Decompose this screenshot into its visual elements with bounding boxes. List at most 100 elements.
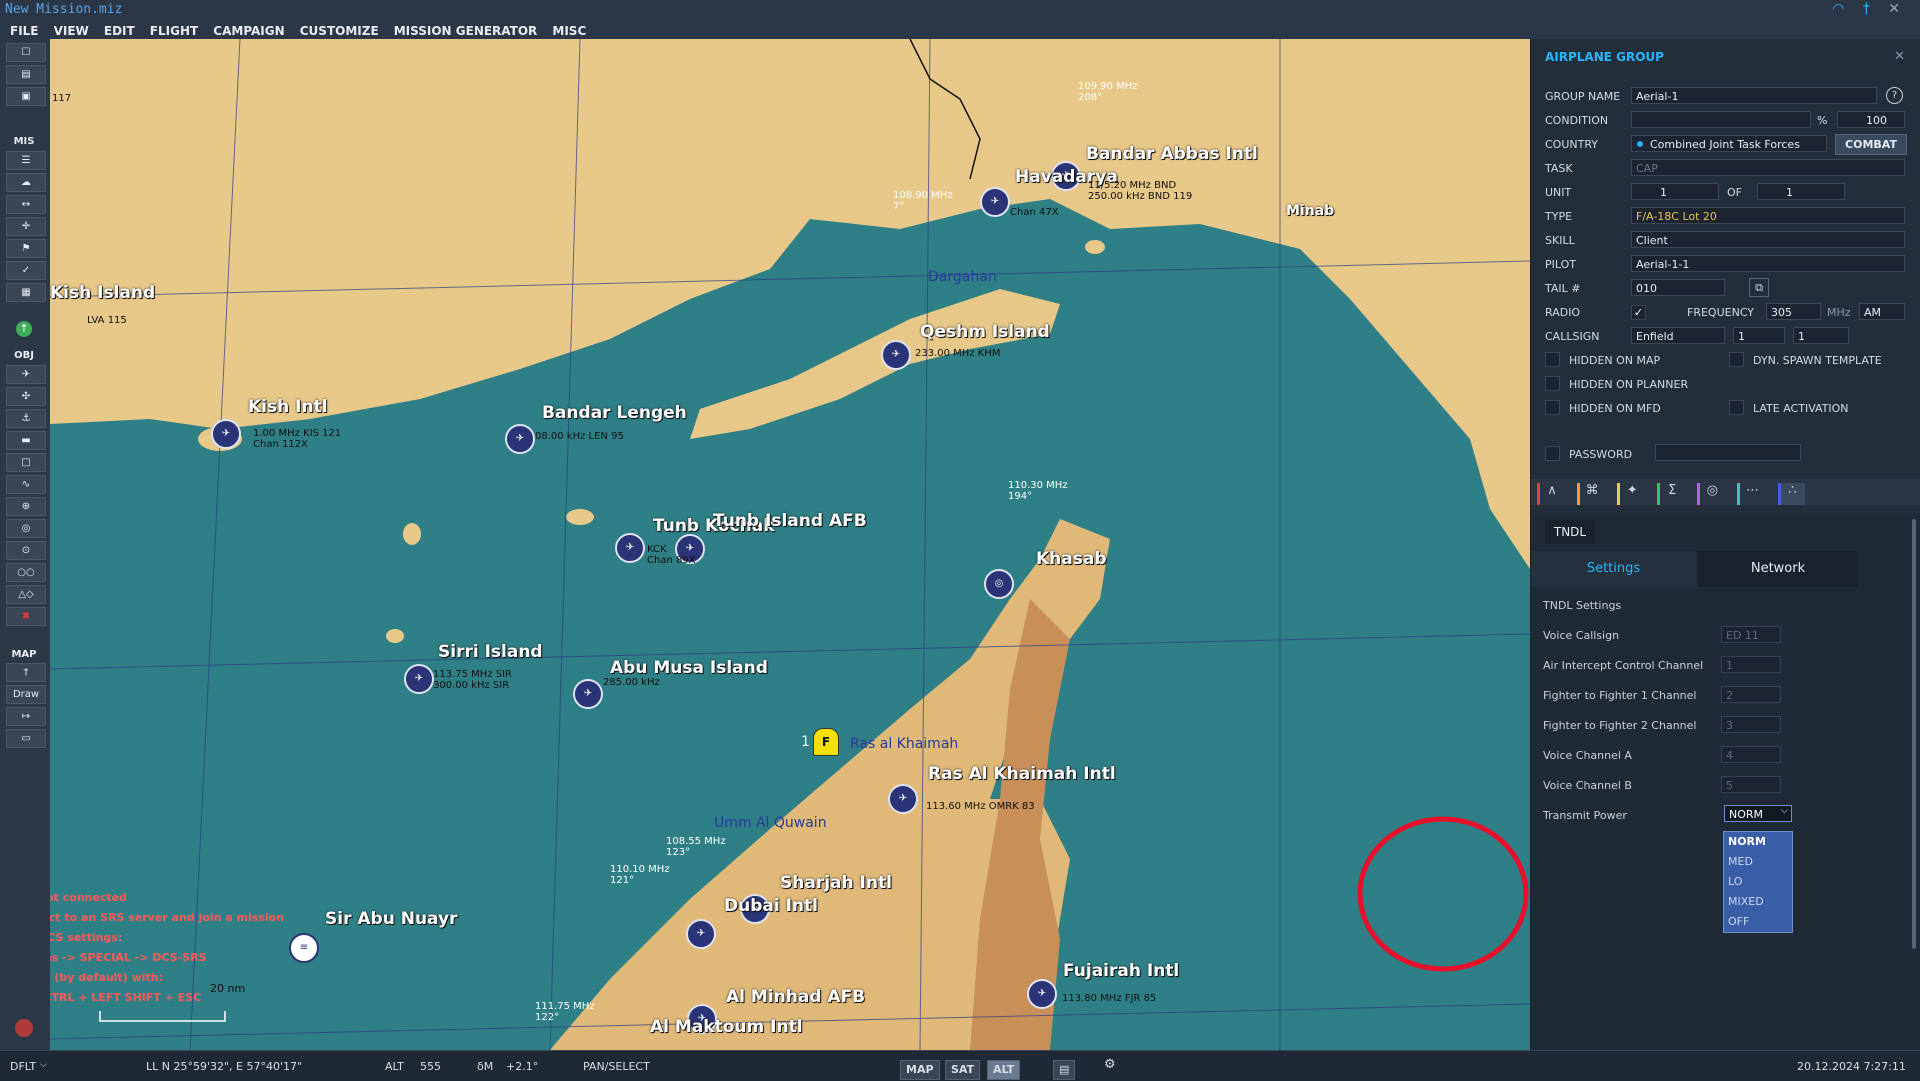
antenna-icon[interactable]: † (1863, 1, 1870, 17)
password-checkbox[interactable] (1545, 446, 1560, 461)
combat-button[interactable]: COMBAT (1835, 134, 1907, 155)
hidden-planner-checkbox[interactable] (1545, 376, 1560, 391)
airbase-lengeh[interactable]: ✈ (505, 424, 535, 454)
condition-input[interactable]: 100 (1837, 111, 1905, 128)
target-icon[interactable]: ◎ (6, 519, 46, 538)
of-input[interactable]: 1 (1757, 183, 1845, 200)
airbase-sharjah[interactable]: ✈ (686, 919, 716, 949)
option-med[interactable]: MED (1724, 852, 1792, 872)
check-icon[interactable]: ✓ (6, 261, 46, 280)
airbase-tunb-kochak[interactable]: ✈ (615, 533, 645, 563)
helicopter-icon[interactable]: ✣ (6, 387, 46, 406)
triggers-icon[interactable]: ↔ (6, 195, 46, 214)
condition-slider[interactable] (1631, 111, 1811, 128)
datalink-icon[interactable]: ∴ (1777, 483, 1805, 505)
route-icon[interactable]: ∧ (1537, 483, 1564, 505)
flight-marker[interactable]: F (813, 728, 839, 756)
static-object-icon[interactable]: □ (6, 453, 46, 472)
country-select[interactable]: Combined Joint Task Forces (1631, 135, 1827, 152)
settings-gear-icon[interactable]: ⚙ (1104, 1057, 1116, 1072)
tab-settings[interactable]: Settings (1531, 551, 1696, 587)
radio-checkbox[interactable]: ✓ (1631, 305, 1646, 320)
tail-input[interactable]: 010 (1631, 279, 1725, 296)
aic-channel-input[interactable]: 1 (1721, 656, 1781, 673)
copy-icon[interactable]: ⧉ (1749, 278, 1769, 297)
voice-callsign-input[interactable]: ED 11 (1721, 626, 1781, 643)
goals-icon[interactable]: ✛ (6, 217, 46, 236)
weather-icon[interactable]: ☁ (6, 173, 46, 192)
option-off[interactable]: OFF (1724, 912, 1792, 932)
ship-icon[interactable]: ⚓ (6, 409, 46, 428)
resources-icon[interactable]: ▦ (6, 283, 46, 302)
sat-view-button[interactable]: SAT (945, 1060, 981, 1080)
more-icon[interactable]: ⋯ (1737, 483, 1764, 505)
group-name-input[interactable]: Aerial-1 (1631, 87, 1877, 104)
menu-campaign[interactable]: CAMPAIGN (213, 24, 284, 38)
voice-channel-a-input[interactable]: 4 (1721, 746, 1781, 763)
vehicle-icon[interactable]: ▬ (6, 431, 46, 450)
dyn-spawn-checkbox[interactable] (1729, 352, 1744, 367)
airbase-fujairah[interactable]: ✈ (1027, 979, 1057, 1009)
delete-icon[interactable]: ✖ (6, 607, 46, 626)
airbase-kish[interactable]: ✈ (211, 419, 241, 449)
save-file-icon[interactable]: ▣ (6, 87, 46, 106)
option-norm[interactable]: NORM (1724, 832, 1792, 852)
airbase-qeshm[interactable]: ✈ (881, 340, 911, 370)
callsign-select[interactable]: Enfield (1631, 327, 1725, 344)
menu-mission-generator[interactable]: MISSION GENERATOR (394, 24, 538, 38)
radius-icon[interactable]: ⊙ (6, 541, 46, 560)
shapes-icon[interactable]: △◇ (6, 585, 46, 604)
menu-misc[interactable]: MISC (552, 24, 586, 38)
hidden-map-checkbox[interactable] (1545, 352, 1560, 367)
map-options-icon[interactable]: † (6, 663, 46, 682)
alt-view-button[interactable]: ALT (987, 1060, 1021, 1080)
flag-icon[interactable]: ⚑ (6, 239, 46, 258)
livery-icon[interactable]: ✦ (1617, 483, 1644, 505)
draw-button[interactable]: Draw (6, 685, 46, 704)
menu-view[interactable]: VIEW (54, 24, 89, 38)
menu-flight[interactable]: FLIGHT (150, 24, 198, 38)
up-arrow-icon[interactable]: ↑ (16, 321, 32, 337)
callsign-number-1[interactable]: 1 (1733, 327, 1785, 344)
airbase-abu-musa[interactable]: ✈ (573, 679, 603, 709)
task-select[interactable]: CAP (1631, 159, 1905, 176)
password-input[interactable] (1655, 444, 1801, 461)
ruler-icon[interactable]: ↦ (6, 707, 46, 726)
menu-customize[interactable]: CUSTOMIZE (300, 24, 379, 38)
tab-tndl[interactable]: TNDL (1545, 520, 1595, 544)
radio-presets-icon[interactable]: ◎ (1697, 483, 1724, 505)
menu-file[interactable]: FILE (10, 24, 39, 38)
navpoint-icon[interactable]: ⊕ (6, 497, 46, 516)
map-view-button[interactable]: MAP (900, 1060, 940, 1080)
frequency-input[interactable]: 305 (1766, 303, 1821, 320)
voice-channel-b-input[interactable]: 5 (1721, 776, 1781, 793)
wifi-icon[interactable]: ◠ (1832, 1, 1844, 17)
airplane-icon[interactable]: ✈ (6, 365, 46, 384)
airbase-sir-abu-nuayr[interactable]: ≡ (289, 933, 319, 963)
unit-input[interactable]: 1 (1631, 183, 1719, 200)
pilot-input[interactable]: Aerial-1-1 (1631, 255, 1905, 272)
late-activation-checkbox[interactable] (1729, 400, 1744, 415)
close-window-icon[interactable]: ✕ (1888, 1, 1900, 17)
callsign-number-2[interactable]: 1 (1793, 327, 1849, 344)
layer-icon[interactable]: ▭ (6, 729, 46, 748)
hidden-mfd-checkbox[interactable] (1545, 400, 1560, 415)
layers-icon[interactable]: ▤ (1053, 1060, 1076, 1080)
skill-select[interactable]: Client (1631, 231, 1905, 248)
summary-icon[interactable]: Σ (1657, 483, 1684, 505)
mission-map[interactable]: ✈ ✈ ✈ ✈ ✈ ✈ ✈ ◎ ✈ ✈ ✈ ✈ ✈ ✈ ✈ ≡ 1 F Band… (50, 39, 1530, 1050)
f2f1-channel-input[interactable]: 2 (1721, 686, 1781, 703)
airbase-havadarya[interactable]: ✈ (980, 187, 1010, 217)
airbase-rak[interactable]: ✈ (888, 784, 918, 814)
option-mixed[interactable]: MIXED (1724, 892, 1792, 912)
modulation-select[interactable]: AM (1859, 303, 1905, 320)
close-icon[interactable]: ✕ (1894, 49, 1905, 64)
new-file-icon[interactable]: ☐ (6, 43, 46, 62)
airbase-sirri[interactable]: ✈ (404, 664, 434, 694)
panel-scrollbar[interactable] (1912, 519, 1916, 949)
payload-icon[interactable]: ⌘ (1577, 483, 1604, 505)
option-lo[interactable]: LO (1724, 872, 1792, 892)
menu-edit[interactable]: EDIT (104, 24, 135, 38)
zone-icon[interactable]: ∿ (6, 475, 46, 494)
f2f2-channel-input[interactable]: 3 (1721, 716, 1781, 733)
